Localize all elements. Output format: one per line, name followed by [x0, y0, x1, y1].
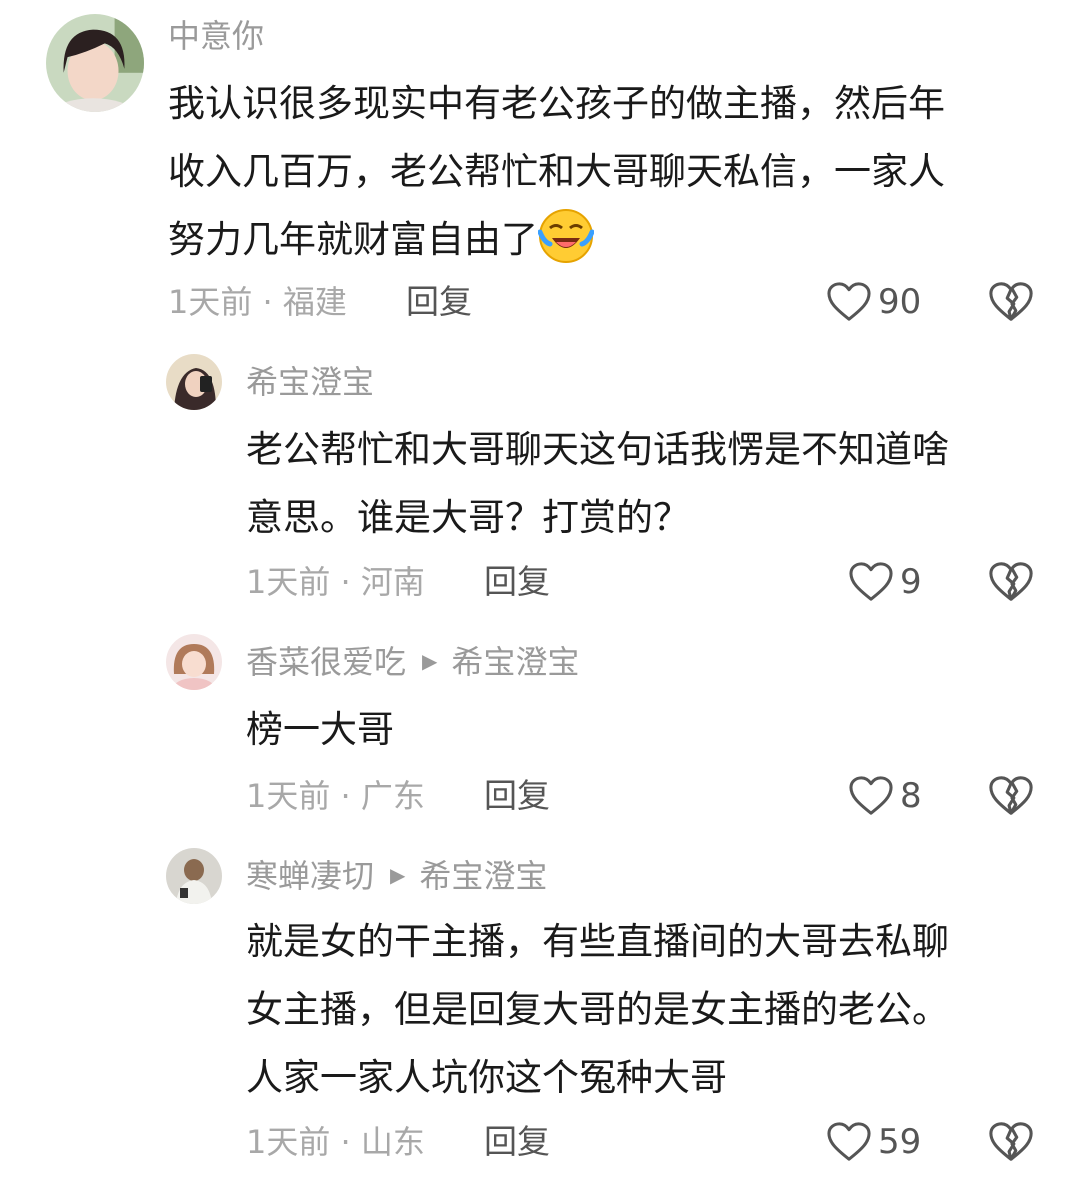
comment-line: 我认识很多现实中有老公孩子的做主播，然后年: [168, 82, 945, 125]
like-count: 8: [900, 776, 922, 816]
comment-text: 我认识很多现实中有老公孩子的做主播，然后年 收入几百万，老公帮忙和大哥聊天私信，…: [168, 70, 945, 274]
broken-heart-icon: [988, 774, 1034, 818]
comment-text: 就是女的干主播，有些直播间的大哥去私聊 女主播，但是回复大哥的是女主播的老公。 …: [246, 908, 949, 1112]
avatar[interactable]: [46, 14, 144, 112]
comment-line: 就是女的干主播，有些直播间的大哥去私聊: [246, 920, 949, 963]
reply-button[interactable]: 回复: [406, 282, 472, 322]
triangle-right-icon: ▶: [422, 649, 438, 673]
reply-button[interactable]: 回复: [484, 562, 550, 602]
like-count: 90: [878, 282, 922, 322]
heart-outline-icon: [826, 281, 872, 323]
like-count: 59: [878, 1122, 922, 1162]
reply-target[interactable]: 希宝澄宝: [451, 643, 579, 681]
comment-username[interactable]: 中意你: [168, 16, 264, 56]
heart-outline-icon: [848, 775, 894, 817]
heart-outline-icon: [848, 561, 894, 603]
reply-target[interactable]: 希宝澄宝: [419, 857, 547, 895]
triangle-right-icon: ▶: [390, 863, 406, 887]
comment-line: 收入几百万，老公帮忙和大哥聊天私信，一家人: [168, 150, 945, 193]
broken-heart-icon: [988, 560, 1034, 604]
comment-line: 人家一家人坑你这个冤种大哥: [246, 1056, 727, 1099]
comment-line: 榜一大哥: [246, 708, 394, 751]
comment-username: 寒蝉凄切 ▶ 希宝澄宝: [246, 856, 547, 898]
reply-button[interactable]: 回复: [484, 776, 550, 816]
reply-button[interactable]: 回复: [484, 1122, 550, 1162]
broken-heart-icon: [988, 1120, 1034, 1164]
comment-time-location: 1天前 · 广东: [246, 777, 425, 815]
heart-outline-icon: [826, 1121, 872, 1163]
comment-username: 香菜很爱吃 ▶ 希宝澄宝: [246, 642, 579, 684]
avatar[interactable]: [166, 634, 222, 690]
like-button[interactable]: 8: [848, 774, 922, 818]
comment-line: 意思。谁是大哥？打赏的？: [246, 496, 690, 539]
comment-line: 老公帮忙和大哥聊天这句话我愣是不知道啥: [246, 428, 949, 471]
comment-author[interactable]: 寒蝉凄切: [246, 857, 374, 895]
like-button[interactable]: 9: [848, 560, 922, 604]
comment-time-location: 1天前 · 山东: [246, 1123, 425, 1161]
avatar[interactable]: [166, 848, 222, 904]
dislike-button[interactable]: [988, 1120, 1034, 1164]
comment-time-location: 1天前 · 河南: [246, 563, 425, 601]
avatar[interactable]: [166, 354, 222, 410]
comment-line: 努力几年就财富自由了: [168, 206, 945, 274]
laughing-crying-emoji-icon: [537, 208, 595, 264]
comment-line: 女主播，但是回复大哥的是女主播的老公。: [246, 988, 949, 1031]
dislike-button[interactable]: [988, 560, 1034, 604]
comment-time-location: 1天前 · 福建: [168, 283, 347, 321]
broken-heart-icon: [988, 280, 1034, 324]
dislike-button[interactable]: [988, 774, 1034, 818]
like-button[interactable]: 90: [826, 280, 921, 324]
like-count: 9: [900, 562, 922, 602]
like-button[interactable]: 59: [826, 1120, 921, 1164]
comment-line-text: 努力几年就财富自由了: [168, 218, 538, 261]
comment-author[interactable]: 香菜很爱吃: [246, 643, 406, 681]
comment-text: 老公帮忙和大哥聊天这句话我愣是不知道啥 意思。谁是大哥？打赏的？: [246, 416, 949, 552]
comment-text: 榜一大哥: [246, 696, 394, 764]
dislike-button[interactable]: [988, 280, 1034, 324]
comment-username[interactable]: 希宝澄宝: [246, 362, 374, 402]
